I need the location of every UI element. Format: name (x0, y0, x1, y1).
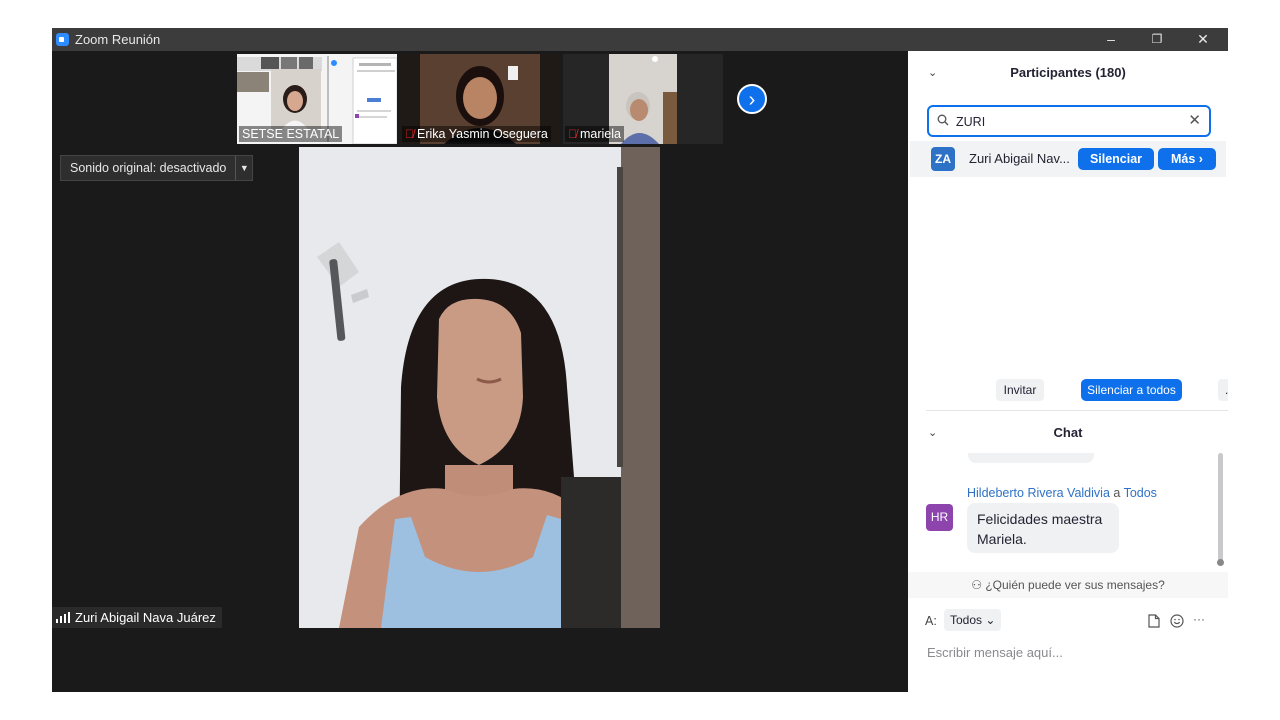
chat-header: ⌄ Chat (908, 413, 1228, 453)
chat-message-input[interactable] (925, 640, 1219, 664)
file-icon[interactable] (1148, 614, 1160, 628)
search-icon (937, 114, 949, 126)
title-bar: Zoom Reunión – ❐ ✕ (52, 28, 1228, 51)
message-sender[interactable]: Hildeberto Rivera Valdivia (967, 486, 1110, 500)
next-page-button[interactable]: › (737, 84, 767, 114)
video-thumbnail-mariela[interactable]: 🎙̸ mariela (563, 54, 723, 144)
mute-participant-button[interactable]: Silenciar (1078, 148, 1154, 170)
chat-messages: HR Hildeberto Rivera Valdivia a Todos Fe… (908, 453, 1228, 569)
previous-message-bubble (968, 453, 1094, 463)
message-bubble: Felicidades maestra Mariela. (967, 503, 1119, 553)
active-speaker-name-tag: Zuri Abigail Nava Juárez (52, 607, 222, 628)
message-sender-line: Hildeberto Rivera Valdivia a Todos (967, 486, 1157, 500)
emoji-icon[interactable] (1170, 614, 1184, 628)
active-speaker-name: Zuri Abigail Nava Juárez (75, 610, 216, 625)
mic-muted-icon: 🎙̸ (405, 127, 414, 141)
thumbnail-name-label: 🎙̸ Erika Yasmin Oseguera (402, 126, 551, 142)
chevron-down-icon[interactable]: ▼ (235, 156, 252, 180)
video-stage: SETSE ESTATAL 🎙̸ Erika Yasmin Oseguera 🎙… (52, 51, 908, 692)
recipient-row: A: Todos ⌄ ··· (925, 609, 1225, 635)
signal-strength-icon (56, 612, 70, 623)
more-options-button[interactable]: Más › (1158, 148, 1216, 170)
zoom-window: Zoom Reunión – ❐ ✕ SETSE ESTATAL 🎙̸ Erik… (52, 28, 1228, 692)
chat-scrollbar[interactable] (1218, 453, 1223, 565)
invite-button[interactable]: Invitar (996, 379, 1044, 401)
zoom-logo-icon (56, 33, 69, 46)
thumbnail-name-label: SETSE ESTATAL (239, 126, 343, 142)
participant-search-input[interactable] (954, 110, 1178, 134)
chat-title: Chat (1053, 425, 1083, 440)
participants-title: Participantes (180) (1010, 65, 1126, 80)
original-sound-label: Sonido original: desactivado (70, 161, 227, 175)
active-speaker-video (299, 147, 660, 628)
avatar: ZA (931, 147, 955, 171)
section-divider (926, 410, 1228, 411)
collapse-chat-icon[interactable]: ⌄ (928, 413, 937, 453)
video-thumbnail-erika[interactable]: 🎙̸ Erika Yasmin Oseguera (400, 54, 560, 144)
thumbnail-name-label: 🎙̸ mariela (565, 126, 624, 142)
mute-all-button[interactable]: Silenciar a todos (1081, 379, 1182, 401)
people-lock-icon: ⚇ (971, 578, 982, 592)
participant-row[interactable]: ZA Zuri Abigail Nav... Silenciar Más › (910, 141, 1226, 177)
message-recipient: Todos (1123, 486, 1157, 500)
speaker-video-image (299, 147, 660, 628)
original-sound-toggle[interactable]: Sonido original: desactivado ▼ (60, 155, 254, 181)
participants-header: ⌄ Participantes (180) (908, 51, 1228, 95)
scrollbar-thumb[interactable] (1217, 559, 1224, 566)
side-panel: ⌄ Participantes (180) ✕ ZA Zuri Abigail … (908, 51, 1228, 692)
clear-search-icon[interactable]: ✕ (1188, 111, 1201, 129)
restore-button[interactable]: ❐ (1134, 28, 1180, 51)
who-can-see-label: ¿Quién puede ver sus mensajes? (985, 578, 1165, 592)
video-thumbnail-setse[interactable]: SETSE ESTATAL (237, 54, 397, 144)
recipient-dropdown[interactable]: Todos ⌄ (944, 609, 1002, 631)
message-to-word: a (1113, 486, 1121, 500)
avatar: HR (926, 504, 953, 531)
participant-name: Zuri Abigail Nav... (969, 151, 1070, 166)
participant-search-box[interactable]: ✕ (927, 105, 1211, 137)
participants-more-button[interactable]: ... (1218, 379, 1228, 401)
recipient-label: A: (925, 614, 937, 628)
mic-muted-icon: 🎙̸ (568, 127, 577, 141)
minimize-button[interactable]: – (1088, 28, 1134, 51)
collapse-participants-icon[interactable]: ⌄ (928, 51, 937, 95)
close-window-button[interactable]: ✕ (1180, 28, 1226, 51)
who-can-see-messages[interactable]: ⚇ ¿Quién puede ver sus mensajes? (908, 572, 1228, 598)
more-icon[interactable]: ··· (1193, 612, 1205, 626)
window-title: Zoom Reunión (75, 32, 161, 47)
